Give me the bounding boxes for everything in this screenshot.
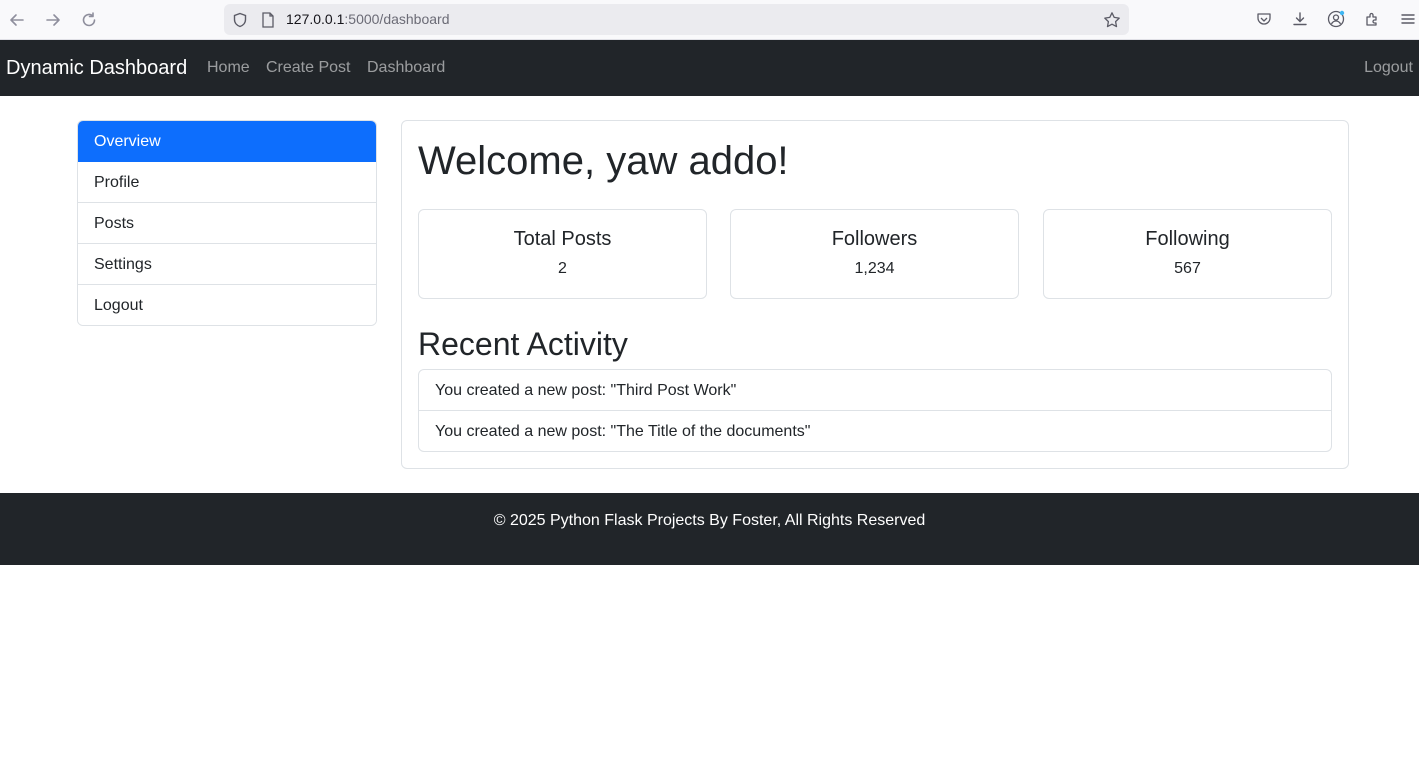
download-icon[interactable] xyxy=(1290,9,1310,29)
extensions-icon[interactable] xyxy=(1362,9,1382,29)
nav-link-home[interactable]: Home xyxy=(207,59,250,77)
footer-copyright: © 2025 Python Flask Projects By Foster, … xyxy=(493,512,926,529)
menu-icon[interactable] xyxy=(1398,9,1418,29)
recent-activity-heading: Recent Activity xyxy=(418,326,628,362)
page-icon xyxy=(258,10,278,30)
shield-icon[interactable] xyxy=(230,10,250,30)
stat-title: Total Posts xyxy=(513,228,612,250)
top-navbar: Dynamic Dashboard Home Create Post Dashb… xyxy=(0,40,1419,96)
page-footer: © 2025 Python Flask Projects By Foster, … xyxy=(0,493,1419,565)
stat-value: 2 xyxy=(558,260,567,277)
navbar-brand[interactable]: Dynamic Dashboard xyxy=(6,57,187,80)
back-arrow-icon[interactable] xyxy=(5,8,29,32)
nav-logout-link[interactable]: Logout xyxy=(1364,59,1413,77)
nav-link-create-post[interactable]: Create Post xyxy=(266,59,350,77)
dashboard-card: Welcome, yaw addo! Total Posts 2 Followe… xyxy=(401,120,1349,469)
bookmark-star-icon[interactable] xyxy=(1102,10,1122,30)
forward-arrow-icon[interactable] xyxy=(41,8,65,32)
url-text[interactable]: 127.0.0.1:5000/dashboard xyxy=(286,11,449,27)
stat-card-total-posts: Total Posts 2 xyxy=(418,209,707,299)
nav-link-dashboard[interactable]: Dashboard xyxy=(367,59,445,77)
stat-value: 1,234 xyxy=(854,260,895,277)
stat-card-followers: Followers 1,234 xyxy=(730,209,1019,299)
sidebar-item-logout[interactable]: Logout xyxy=(78,285,376,325)
sidebar-item-profile[interactable]: Profile xyxy=(78,162,376,203)
list-item: You created a new post: "Third Post Work… xyxy=(419,370,1331,411)
activity-list: You created a new post: "Third Post Work… xyxy=(418,369,1332,452)
sidebar-item-overview[interactable]: Overview xyxy=(78,121,376,162)
stat-card-following: Following 567 xyxy=(1043,209,1332,299)
sidebar-menu: Overview Profile Posts Settings Logout xyxy=(77,120,377,326)
sidebar-item-posts[interactable]: Posts xyxy=(78,203,376,244)
account-icon[interactable] xyxy=(1326,9,1346,29)
reload-icon[interactable] xyxy=(77,8,101,32)
sidebar-item-settings[interactable]: Settings xyxy=(78,244,376,285)
welcome-heading: Welcome, yaw addo! xyxy=(418,139,789,183)
list-item: You created a new post: "The Title of th… xyxy=(435,423,811,440)
stat-title: Followers xyxy=(831,228,918,250)
browser-toolbar: 127.0.0.1:5000/dashboard xyxy=(0,0,1419,40)
stat-value: 567 xyxy=(1174,260,1201,277)
address-bar[interactable]: 127.0.0.1:5000/dashboard xyxy=(224,4,1129,35)
stat-title: Following xyxy=(1145,228,1230,250)
pocket-icon[interactable] xyxy=(1254,9,1274,29)
